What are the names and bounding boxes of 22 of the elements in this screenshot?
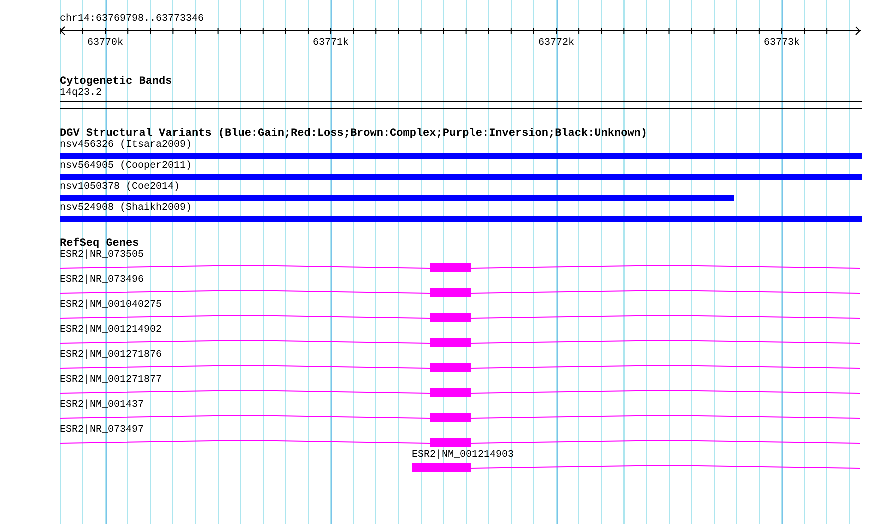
variant-label: nsv1050378 (Coe2014) [60,182,180,194]
gene-label: ESR2|NR_073496 [60,275,144,287]
gene-label: ESR2|NM_001040275 [60,300,162,312]
gene-label: ESR2|NM_001271877 [60,375,162,387]
gene-label: ESR2|NM_001271876 [60,350,162,362]
variant-label: nsv456326 (Itsara2009) [60,140,192,152]
variant-label: nsv564905 (Cooper2011) [60,161,192,173]
tick-label: 63772k [538,38,575,48]
track-title: RefSeq Genes [60,238,140,250]
gene-label: ESR2|NR_073497 [60,425,144,437]
tick-label: 63770k [88,38,124,48]
gene-label: ESR2|NR_073505 [60,250,144,262]
track-title: DGV Structural Variants (Blue:Gain;Red:Loss;Brown:Complex;Purple:Inversion;Black:Unknown) [60,128,648,140]
gene-label: ESR2|NM_001214903 [412,450,514,462]
tick-label: 63771k [313,38,350,48]
track-title: Cytogenetic Bands [60,76,172,88]
tick-label: 63773k [764,38,800,48]
gene-label: ESR2|NM_001437 [60,400,144,412]
band-label: 14q23.2 [60,88,102,100]
position-label: chr14:63769798..63773346 [60,14,204,26]
variant-label: nsv524908 (Shaikh2009) [60,203,192,215]
gene-label: ESR2|NM_001214902 [60,325,162,337]
